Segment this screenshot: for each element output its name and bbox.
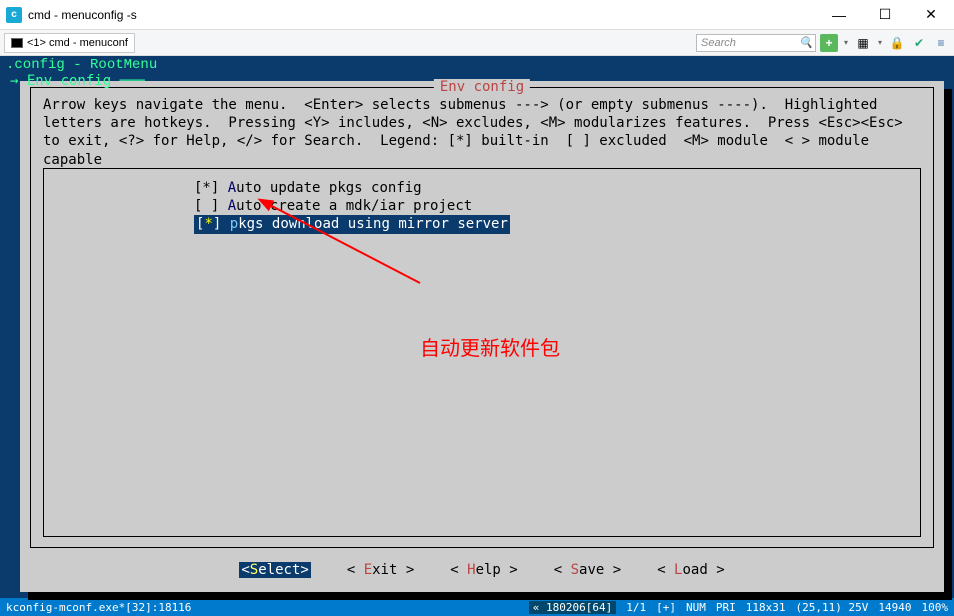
help-button[interactable]: < Help > [450,562,517,578]
maximize-button[interactable]: ☐ [862,0,908,30]
search-icon: 🔍 [799,36,813,49]
save-button[interactable]: < Save > [554,562,621,578]
menu-item-pkgs-mirror[interactable]: [*] pkgs download using mirror server [44,215,920,233]
help-text: Arrow keys navigate the menu. <Enter> se… [31,88,933,177]
status-process: kconfig-mconf.exe*[32]:18116 [6,601,191,614]
annotation-text: 自动更新软件包 [420,332,560,361]
lock-icon[interactable]: 🔒 [888,34,906,52]
outer-box: Env config Arrow keys navigate the menu.… [30,87,934,548]
menu-item-auto-update[interactable]: [*] Auto update pkgs config [44,179,920,197]
status-fraction: 1/1 [626,601,646,614]
grid-icon[interactable]: ▦ [854,34,872,52]
status-pri: PRI [716,601,736,614]
app-icon: c [6,7,22,23]
breadcrumb-line1: .config - RootMenu [0,56,954,74]
grid-dropdown[interactable]: ▾ [876,34,884,52]
status-pct: 100% [922,601,949,614]
status-pos: (25,11) 25V [796,601,869,614]
box-title: Env config [434,79,530,95]
add-button[interactable]: + [820,34,838,52]
exit-button[interactable]: < Exit > [347,562,414,578]
status-num: NUM [686,601,706,614]
titlebar: c cmd - menuconfig -s — ☐ ✕ [0,0,954,30]
tab-label: <1> cmd - menuconf [27,37,128,49]
status-bytes: 14940 [878,601,911,614]
menu-icon[interactable]: ≡ [932,34,950,52]
terminal-area: .config - RootMenu → Env config ─── Env … [0,56,954,598]
menu-item-auto-create[interactable]: [ ] Auto create a mdk/iar project [44,197,920,215]
search-input[interactable]: Search 🔍 [696,34,816,52]
status-chip: « 180206[64] [529,601,616,614]
breadcrumb-line2: → Env config ─── [10,73,145,89]
search-placeholder: Search [701,37,736,49]
check-icon[interactable]: ✔ [910,34,928,52]
button-bar: <Select> < Exit > < Help > < Save > < Lo… [20,562,944,578]
status-right: « 180206[64] 1/1 [+] NUM PRI 118x31 (25,… [529,601,948,614]
window-buttons: — ☐ ✕ [816,0,954,30]
close-button[interactable]: ✕ [908,0,954,30]
status-plus: [+] [656,601,676,614]
minimize-button[interactable]: — [816,0,862,30]
toolbar: <1> cmd - menuconf Search 🔍 + ▾ ▦ ▾ 🔒 ✔ … [0,30,954,56]
window-title: cmd - menuconfig -s [28,8,137,22]
status-dim: 118x31 [746,601,786,614]
status-bar: kconfig-mconf.exe*[32]:18116 « 180206[64… [0,598,954,616]
load-button[interactable]: < Load > [657,562,724,578]
select-button[interactable]: <Select> [239,562,310,578]
console-icon [11,38,23,48]
add-dropdown[interactable]: ▾ [842,34,850,52]
console-tab[interactable]: <1> cmd - menuconf [4,33,135,53]
